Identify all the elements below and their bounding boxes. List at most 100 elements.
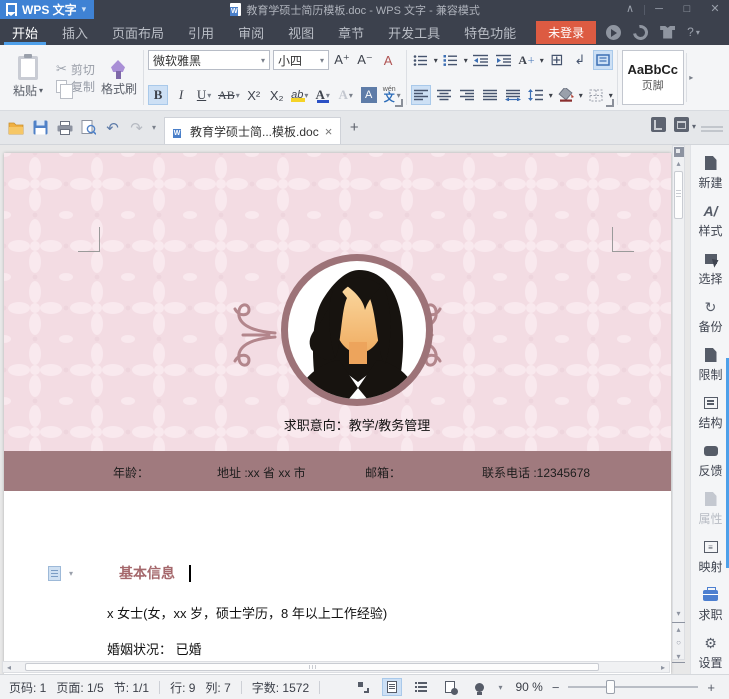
zoom-slider-thumb[interactable]: [606, 680, 616, 694]
paste-button[interactable]: 粘贴 ▾: [6, 54, 50, 99]
font-name-combo[interactable]: 微软雅黑 ▾: [148, 50, 271, 70]
scroll-left-arrow[interactable]: ◂: [3, 663, 15, 672]
sidebar-item-job[interactable]: 求职: [691, 586, 729, 623]
wpp-play-icon[interactable]: [606, 24, 622, 40]
strikethrough-button[interactable]: AB ▾: [217, 85, 241, 105]
wps-menu-button[interactable]: WPS 文字 ▾: [0, 0, 95, 19]
fullscreen-view-button[interactable]: [353, 678, 373, 696]
page-view-button[interactable]: [382, 678, 403, 696]
decrease-indent-button[interactable]: [471, 50, 491, 70]
tab-home[interactable]: 开始: [0, 19, 50, 45]
vertical-scroll-thumb[interactable]: [674, 171, 683, 219]
tab-special-features[interactable]: 特色功能: [452, 19, 528, 45]
tab-developer[interactable]: 开发工具: [376, 19, 452, 45]
help-button[interactable]: ? ▾: [687, 25, 700, 39]
next-page-button[interactable]: ▾: [672, 650, 685, 663]
undo-history-caret-icon[interactable]: ▾: [152, 123, 156, 132]
font-color-button[interactable]: A ▾: [313, 85, 333, 105]
tab-section[interactable]: 章节: [326, 19, 376, 45]
tab-view[interactable]: 视图: [276, 19, 326, 45]
tab-list-icon[interactable]: [651, 117, 666, 132]
text-tool-caret-icon[interactable]: ▾: [540, 56, 544, 65]
open-file-button[interactable]: [8, 119, 25, 136]
bullets-button[interactable]: [411, 50, 431, 70]
tab-page-layout[interactable]: 页面布局: [100, 19, 176, 45]
align-center-button[interactable]: [434, 85, 454, 105]
eye-protect-button[interactable]: [469, 678, 489, 696]
print-button[interactable]: [56, 119, 73, 136]
numbering-button[interactable]: [441, 50, 461, 70]
vertical-scrollbar[interactable]: ▴: [672, 145, 685, 660]
horizontal-scroll-thumb[interactable]: [25, 663, 599, 671]
horizontal-scrollbar[interactable]: ◂ ▸: [2, 661, 670, 673]
skin-theme-icon[interactable]: [660, 25, 676, 39]
style-mark-caret-icon[interactable]: ▾: [69, 569, 73, 578]
maximize-button[interactable]: □: [673, 0, 701, 19]
reading-layout-icon[interactable]: [674, 147, 684, 157]
sidebar-item-new[interactable]: 新建: [691, 155, 729, 191]
subscript-button[interactable]: X₂: [267, 85, 287, 105]
zoom-percentage[interactable]: 90 %: [515, 680, 542, 694]
web-layout-button[interactable]: [440, 678, 460, 696]
sidebar-item-structure[interactable]: 结构: [691, 395, 729, 431]
text-frame-button[interactable]: [592, 50, 613, 70]
char-shading-button[interactable]: A: [359, 85, 379, 105]
style-gallery-more-button[interactable]: ▸: [685, 53, 696, 102]
sidebar-item-backup[interactable]: ↻ 备份: [691, 299, 729, 335]
zoom-in-button[interactable]: +: [707, 680, 715, 695]
docer-icon[interactable]: [630, 21, 652, 43]
print-preview-button[interactable]: [80, 119, 97, 136]
shrink-font-button[interactable]: A⁻: [355, 50, 375, 70]
text-effect-button[interactable]: A ▾: [336, 85, 356, 105]
sidebar-grip-handle[interactable]: [701, 124, 723, 134]
sidebar-item-feedback[interactable]: 反馈: [691, 443, 729, 479]
line-spacing-caret-icon[interactable]: ▾: [549, 91, 553, 100]
insert-table-icon[interactable]: ⊞: [547, 50, 567, 70]
bullets-caret-icon[interactable]: ▾: [434, 56, 438, 65]
bold-button[interactable]: B: [148, 85, 169, 105]
status-word-count[interactable]: 字数: 1572: [252, 679, 309, 696]
previous-page-button[interactable]: ▴: [672, 622, 685, 635]
document-tab-active[interactable]: W 教育学硕士简...模板.doc ×: [164, 117, 342, 144]
scroll-up-arrow[interactable]: ▴: [673, 159, 684, 168]
redo-button[interactable]: ↷: [128, 119, 145, 137]
line-spacing-button[interactable]: [526, 85, 546, 105]
select-browse-object-button[interactable]: ○: [672, 636, 685, 649]
tab-references[interactable]: 引用: [176, 19, 226, 45]
distribute-button[interactable]: [503, 85, 523, 105]
clear-format-button[interactable]: A: [378, 50, 398, 70]
scroll-down-arrow[interactable]: ▾: [672, 607, 685, 620]
avatar[interactable]: [281, 254, 433, 406]
scroll-right-arrow[interactable]: ▸: [657, 663, 669, 672]
eye-protect-caret-icon[interactable]: ▾: [498, 683, 502, 692]
copy-button[interactable]: 复制: [56, 78, 95, 99]
tab-review[interactable]: 审阅: [226, 19, 276, 45]
sidebar-item-restrict[interactable]: 限制: [691, 347, 729, 383]
style-mark-icon[interactable]: [48, 565, 61, 581]
login-button[interactable]: 未登录: [536, 20, 597, 44]
minimize-button[interactable]: ─: [645, 0, 673, 19]
tab-insert[interactable]: 插入: [50, 19, 100, 45]
paragraph-dialog-launcher[interactable]: [605, 99, 614, 107]
shading-caret-icon[interactable]: ▾: [579, 91, 583, 100]
sidebar-item-styles[interactable]: A/ 样式: [691, 203, 729, 239]
increase-indent-button[interactable]: [494, 50, 514, 70]
zoom-out-button[interactable]: −: [552, 680, 560, 695]
align-right-button[interactable]: [457, 85, 477, 105]
borders-button[interactable]: [586, 85, 606, 105]
numbering-caret-icon[interactable]: ▾: [464, 56, 468, 65]
save-button[interactable]: [32, 119, 49, 136]
text-tool-button[interactable]: A ＋: [517, 50, 537, 70]
font-dialog-launcher[interactable]: [394, 99, 403, 107]
sidebar-item-select[interactable]: 选择: [691, 251, 729, 287]
undo-button[interactable]: ↶: [104, 119, 121, 137]
sidebar-item-mapping[interactable]: ≡ 映射: [691, 539, 729, 575]
collapse-ribbon-button[interactable]: ∧: [616, 0, 644, 19]
outline-view-button[interactable]: [411, 678, 431, 696]
align-left-button[interactable]: [410, 85, 431, 105]
italic-button[interactable]: I: [171, 85, 191, 105]
document-page[interactable]: 求职意向：教学/教务管理 年龄： 地址 :xx 省 xx 市 邮箱： 联系电话 …: [4, 153, 671, 674]
window-switch-icon[interactable]: ▾: [674, 117, 696, 132]
new-tab-button[interactable]: +: [341, 115, 367, 141]
wrap-mark-button[interactable]: ↲: [570, 50, 590, 70]
